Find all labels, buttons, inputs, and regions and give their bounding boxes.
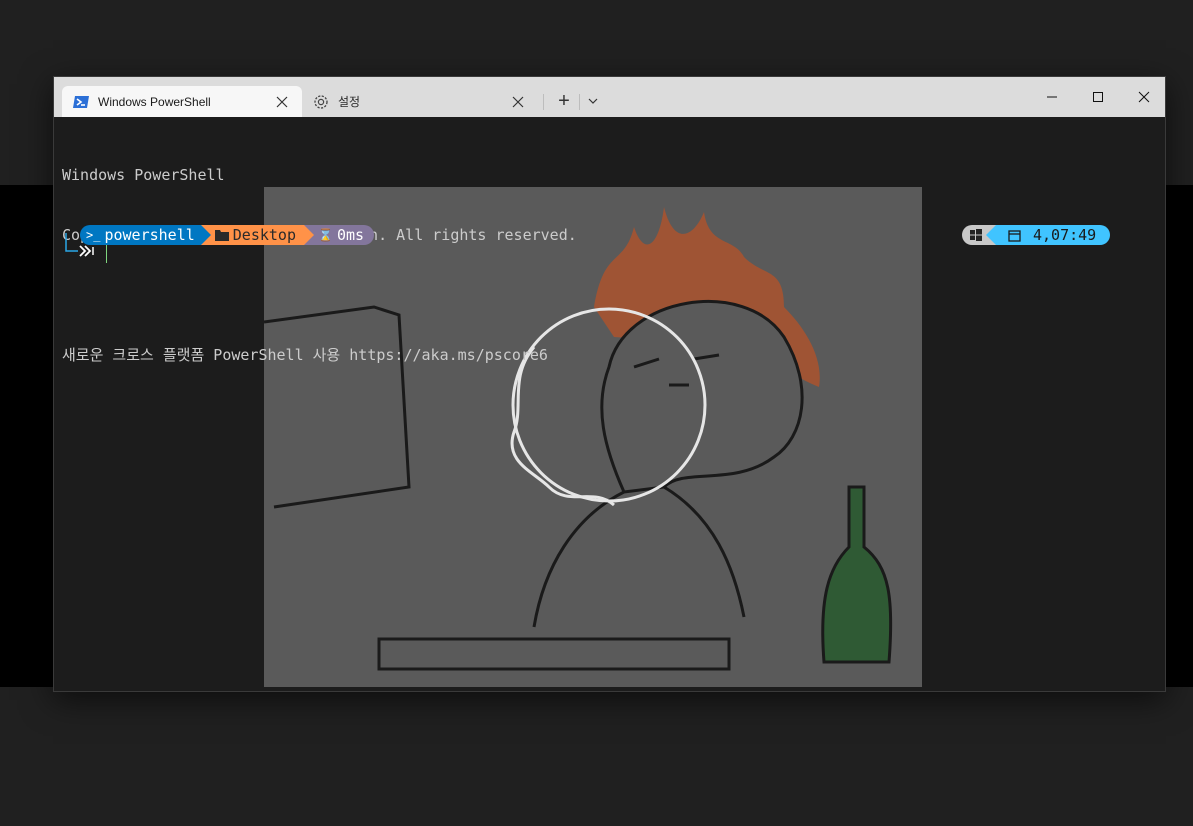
prompt-right-segments: 4,07:49 (962, 225, 1111, 245)
gear-icon (312, 93, 330, 111)
minimize-icon[interactable] (1029, 77, 1075, 117)
new-tab-button[interactable]: + (551, 89, 577, 113)
folder-icon (214, 229, 229, 241)
prompt-path-segment: Desktop (200, 225, 314, 245)
terminal-pane[interactable]: Windows PowerShell Copyright (C) Microso… (54, 117, 1165, 691)
tab-separator (579, 94, 580, 110)
tab-label: 설정 (338, 95, 361, 109)
prompt-duration-segment: ⌛ 0ms (303, 225, 375, 245)
text-cursor (106, 245, 107, 263)
chevron-down-icon[interactable] (582, 89, 604, 113)
windows-icon (970, 229, 982, 241)
hourglass-icon: ⌛ (317, 228, 333, 242)
tab-settings[interactable]: 설정 (306, 86, 538, 117)
execution-duration: 0ms (336, 226, 365, 244)
calendar-clock-icon (1008, 229, 1021, 242)
prompt-connector (64, 233, 124, 263)
tab-label: Windows PowerShell (98, 94, 211, 109)
powershell-icon (72, 93, 90, 111)
maximize-icon[interactable] (1075, 77, 1121, 117)
current-path: Desktop (232, 226, 296, 244)
terminal-window: Windows PowerShell 설정 + Windows PowerShe… (53, 76, 1166, 692)
terminal-output: Windows PowerShell Copyright (C) Microso… (62, 125, 1165, 405)
prompt-clock-segment: 4,07:49 (986, 225, 1111, 245)
prompt-segments: >_ powershell Desktop ⌛ 0ms (80, 225, 375, 245)
close-tab-icon[interactable] (268, 90, 296, 114)
tab-windows-powershell[interactable]: Windows PowerShell (62, 86, 302, 117)
close-icon[interactable] (1121, 77, 1167, 117)
close-tab-icon[interactable] (504, 90, 532, 114)
output-line: 새로운 크로스 플랫폼 PowerShell 사용 https://aka.ms… (62, 346, 548, 364)
title-bar[interactable]: Windows PowerShell 설정 + (54, 77, 1165, 117)
clock-time: 4,07:49 (1033, 226, 1097, 244)
output-line: Windows PowerShell (62, 166, 225, 184)
tab-separator (543, 94, 544, 110)
